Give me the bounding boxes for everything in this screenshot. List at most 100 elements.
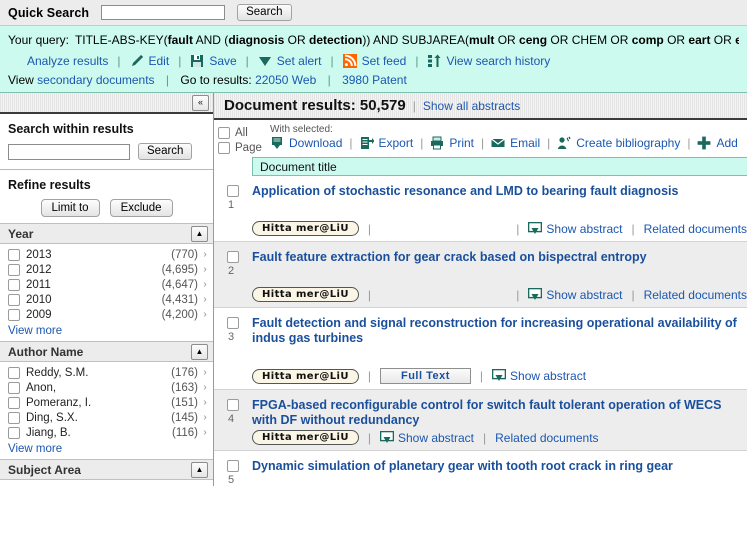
full-text-button[interactable]: Full Text [379,368,471,384]
facet-view-more-link[interactable]: View more [0,440,213,457]
select-page-option[interactable]: Page [218,140,270,155]
facet-checkbox[interactable] [8,278,20,291]
bulk-action-print[interactable]: Print [430,136,474,150]
facet-header[interactable]: Author Name ▲ [0,341,213,362]
facet-value-label: 2013 [26,248,52,261]
bulk-action-download[interactable]: Download [270,136,342,150]
hitta-mer-liu-button[interactable]: Hitta mer@LiU [252,287,359,302]
secondary-documents-link[interactable]: secondary documents [37,73,154,87]
chevron-right-icon[interactable]: › [201,309,209,320]
facet-checkbox[interactable] [8,308,20,321]
facet-row[interactable]: 2012 (4,695) › [0,262,213,277]
facet-checkbox[interactable] [8,411,20,424]
bulk-action-create-bibliography[interactable]: Create bibliography [557,136,680,150]
with-selected-label: With selected: [270,124,333,135]
chevron-right-icon[interactable]: › [201,367,209,378]
facet-checkbox[interactable] [8,426,20,439]
show-abstract-link[interactable]: Show abstract [528,221,622,236]
search-within-results-input[interactable] [8,143,130,160]
quick-search-button[interactable]: Search [237,4,292,21]
facet-header[interactable]: Subject Area ▲ [0,459,213,480]
facet-collapse-icon[interactable]: ▲ [191,461,208,478]
facet-checkbox[interactable] [8,293,20,306]
action-label: Set alert [276,54,322,68]
chevron-right-icon[interactable]: › [201,249,209,260]
result-select-checkbox[interactable] [227,317,239,329]
facet-header[interactable]: Year ▲ [0,223,213,244]
search-within-results-button[interactable]: Search [138,143,193,160]
facet-collapse-icon[interactable]: ▲ [191,225,208,242]
facet-checkbox[interactable] [8,366,20,379]
query-token: mult [469,33,495,47]
result-select-checkbox[interactable] [227,460,239,472]
hitta-mer-liu-button[interactable]: Hitta mer@LiU [252,368,359,384]
facet-checkbox[interactable] [8,263,20,276]
query-action-set-feed[interactable]: Set feed [342,54,406,68]
main-content: « Search within results Search Refine re… [0,93,747,486]
facet-row[interactable]: Ding, S.X. (145) › [0,410,213,425]
result-select-checkbox[interactable] [227,399,239,411]
result-select-checkbox[interactable] [227,185,239,197]
collapse-sidebar-button[interactable]: « [192,94,209,111]
facet-row[interactable]: 2013 (770) › [0,247,213,262]
result-title-link[interactable]: Application of stochastic resonance and … [252,184,747,199]
chevron-right-icon[interactable]: › [201,427,209,438]
web-results-count[interactable]: 22050 [255,73,288,87]
hitta-mer-liu-button[interactable]: Hitta mer@LiU [252,221,359,236]
facet-row[interactable]: 2011 (4,647) › [0,277,213,292]
facet-checkbox[interactable] [8,248,20,261]
facet-checkbox[interactable] [8,381,20,394]
result-title-link[interactable]: Dynamic simulation of planetary gear wit… [252,459,747,474]
facet-body: Reddy, S.M. (176) › Anon, (163) › Pomeranz, I.… [0,362,213,459]
divider: | [479,369,484,383]
result-select-checkbox[interactable] [227,251,239,263]
chevron-right-icon[interactable]: › [201,264,209,275]
patent-results-label[interactable]: Patent [372,73,407,87]
facet-checkbox[interactable] [8,396,20,409]
chevron-right-icon[interactable]: › [201,397,209,408]
related-documents-link[interactable]: Related documents [644,288,747,302]
facet-row[interactable]: 2009 (4,200) › [0,307,213,322]
show-abstract-link[interactable]: Show abstract [491,368,587,383]
select-all-option[interactable]: All [218,125,270,140]
query-action-edit[interactable]: Edit [130,54,169,68]
facet-row[interactable]: 2010 (4,431) › [0,292,213,307]
result-title-link[interactable]: Fault feature extraction for gear crack … [252,250,747,265]
chevron-right-icon[interactable]: › [201,382,209,393]
web-results-label[interactable]: Web [292,73,316,87]
query-action-view-search-history[interactable]: View search history [427,54,550,68]
select-all-checkbox[interactable] [218,126,230,139]
query-action-set-alert[interactable]: Set alert [258,54,322,68]
bulk-action-email[interactable]: Email [491,136,540,150]
query-label: Your query: [8,33,69,47]
limit-to-button[interactable]: Limit to [40,199,100,217]
result-title-link[interactable]: FPGA-based reconfigurable control for sw… [252,398,747,428]
facet-row[interactable]: Pomeranz, I. (151) › [0,395,213,410]
patent-results-count[interactable]: 3980 [342,73,369,87]
chevron-right-icon[interactable]: › [201,294,209,305]
chevron-right-icon[interactable]: › [201,412,209,423]
quick-search-input[interactable] [101,5,226,20]
show-abstract-link[interactable]: Show abstract [528,287,622,302]
result-title-link[interactable]: Fault detection and signal reconstructio… [252,316,747,346]
facet-view-more-link[interactable]: View more [0,322,213,339]
show-abstract-label: Show abstract [510,369,587,383]
facet-row[interactable]: Anon, (163) › [0,380,213,395]
chevron-right-icon[interactable]: › [201,279,209,290]
show-abstract-link[interactable]: Show abstract [379,430,474,445]
select-page-checkbox[interactable] [218,141,230,154]
exclude-button[interactable]: Exclude [109,199,173,217]
related-documents-link[interactable]: Related documents [644,222,747,236]
related-documents-link[interactable]: Related documents [495,431,598,445]
query-action-save[interactable]: Save [190,54,237,68]
query-token: diagnosis [228,33,285,47]
facet-row[interactable]: Jiang, B. (116) › [0,425,213,440]
result-index: 2 [228,265,235,277]
bulk-action-export[interactable]: Export [360,136,413,150]
facet-row[interactable]: Reddy, S.M. (176) › [0,365,213,380]
bulk-action-add[interactable]: Add [697,136,738,150]
hitta-mer-liu-button[interactable]: Hitta mer@LiU [252,430,359,445]
facet-collapse-icon[interactable]: ▲ [191,343,208,360]
query-action-analyze-results[interactable]: Analyze results [8,54,108,68]
show-all-abstracts-link[interactable]: Show all abstracts [423,99,520,113]
